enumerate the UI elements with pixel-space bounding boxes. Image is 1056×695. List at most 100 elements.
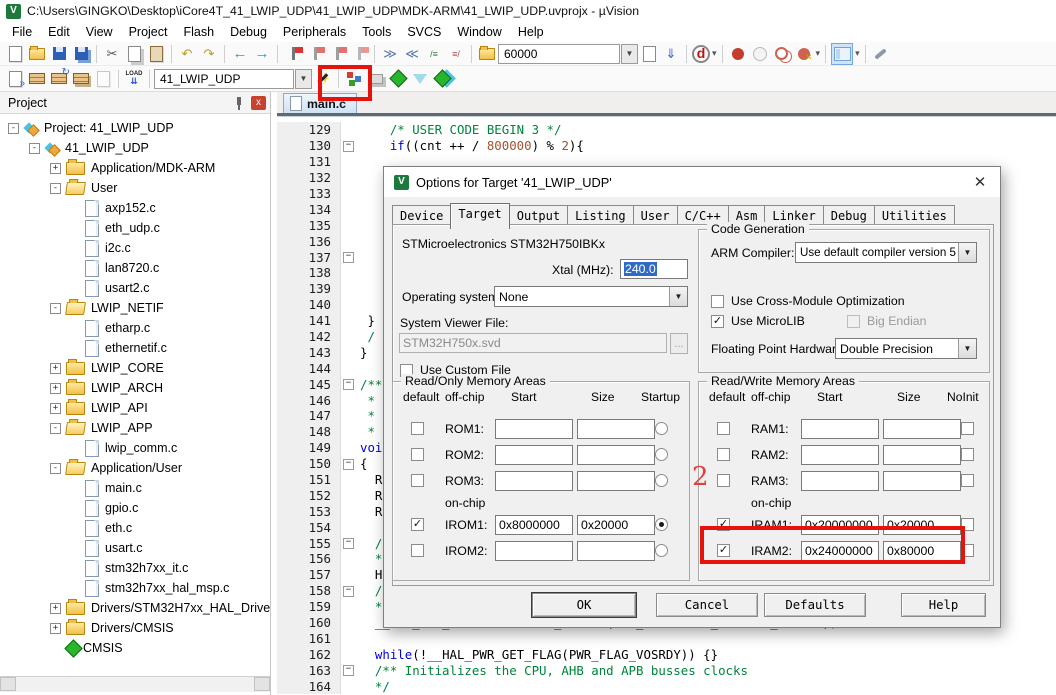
start-input[interactable] — [801, 445, 879, 465]
dropdown-arrow-icon[interactable]: ▼ — [958, 339, 976, 358]
expand-icon[interactable]: + — [50, 623, 61, 634]
select-folders-icon[interactable] — [410, 69, 430, 89]
menu-flash[interactable]: Flash — [175, 23, 222, 41]
arm-compiler-select[interactable]: Use default compiler version 5▼ — [795, 242, 977, 263]
manage-rte-icon[interactable] — [388, 69, 408, 89]
big-endian-checkbox[interactable] — [847, 315, 860, 328]
pin-icon[interactable] — [233, 96, 245, 110]
startup-radio[interactable] — [655, 422, 668, 435]
find-next-icon[interactable] — [639, 44, 659, 64]
tree-item[interactable]: +LWIP_CORE — [0, 358, 270, 378]
size-input[interactable] — [577, 419, 655, 439]
goto-next-bookmark-icon[interactable] — [305, 44, 325, 64]
size-input[interactable] — [883, 471, 961, 491]
collapse-icon[interactable]: - — [50, 183, 61, 194]
tree-item[interactable]: -Application/User — [0, 458, 270, 478]
fold-collapse-icon[interactable]: − — [343, 459, 354, 470]
rebuild-icon[interactable]: ↻ — [49, 69, 69, 89]
translate-icon[interactable]: » — [5, 69, 25, 89]
paste-icon[interactable] — [146, 44, 166, 64]
noinit-checkbox[interactable] — [961, 474, 974, 487]
tree-item[interactable]: +Drivers/STM32H7xx_HAL_Driver — [0, 598, 270, 618]
default-checkbox[interactable] — [411, 474, 424, 487]
dropdown-caret-icon[interactable]: ▾ — [712, 48, 717, 59]
outdent-icon[interactable]: ≪ — [402, 44, 422, 64]
tree-item[interactable]: -LWIP_NETIF — [0, 298, 270, 318]
menu-project[interactable]: Project — [121, 23, 176, 41]
copy-icon[interactable] — [124, 44, 144, 64]
size-input[interactable] — [577, 445, 655, 465]
tree-item[interactable]: usart.c — [0, 538, 270, 558]
dropdown-arrow-icon[interactable]: ▼ — [669, 287, 687, 306]
start-input[interactable] — [495, 471, 573, 491]
tree-item[interactable]: +LWIP_API — [0, 398, 270, 418]
find-dialog-icon[interactable]: d — [692, 45, 710, 63]
microlib-checkbox[interactable] — [711, 315, 724, 328]
size-input[interactable] — [883, 419, 961, 439]
default-checkbox[interactable] — [411, 518, 424, 531]
window-layout-icon[interactable] — [831, 43, 853, 65]
batch-build-icon[interactable] — [71, 69, 91, 89]
menu-help[interactable]: Help — [510, 23, 552, 41]
expand-icon[interactable]: + — [50, 403, 61, 414]
tree-item[interactable]: +LWIP_ARCH — [0, 378, 270, 398]
fold-margin[interactable]: − — [341, 583, 355, 599]
cross-module-checkbox[interactable] — [711, 295, 724, 308]
tree-item[interactable]: etharp.c — [0, 318, 270, 338]
tree-item[interactable]: i2c.c — [0, 238, 270, 258]
dropdown-caret-icon[interactable]: ▾ — [855, 48, 860, 59]
size-input[interactable] — [577, 541, 655, 561]
search-combo[interactable]: 60000 — [498, 44, 620, 64]
noinit-checkbox[interactable] — [961, 422, 974, 435]
menu-window[interactable]: Window — [449, 23, 509, 41]
fold-collapse-icon[interactable]: − — [343, 665, 354, 676]
defaults-button[interactable]: Defaults — [764, 593, 866, 617]
project-panel-scrollbar[interactable] — [0, 676, 270, 692]
stop-build-icon[interactable] — [93, 69, 113, 89]
tree-item[interactable]: lan8720.c — [0, 258, 270, 278]
cut-icon[interactable]: ✂ — [102, 44, 122, 64]
tree-item[interactable]: stm32h7xx_hal_msp.c — [0, 578, 270, 598]
start-input[interactable] — [801, 471, 879, 491]
indent-icon[interactable]: ≫ — [380, 44, 400, 64]
scroll-right-box[interactable] — [254, 677, 270, 691]
save-all-icon[interactable] — [71, 44, 91, 64]
tree-item[interactable]: stm32h7xx_it.c — [0, 558, 270, 578]
kill-all-breakpoints-icon[interactable]: ✕ — [794, 44, 814, 64]
fold-margin[interactable]: − — [341, 456, 355, 472]
start-input[interactable] — [495, 541, 573, 561]
menu-file[interactable]: File — [4, 23, 40, 41]
fold-margin[interactable]: − — [341, 249, 355, 265]
collapse-icon[interactable]: - — [8, 123, 19, 134]
startup-radio[interactable] — [655, 448, 668, 461]
new-file-icon[interactable] — [5, 44, 25, 64]
noinit-checkbox[interactable] — [961, 448, 974, 461]
tree-item[interactable]: -41_LWIP_UDP — [0, 138, 270, 158]
goto-prev-bookmark-icon[interactable] — [327, 44, 347, 64]
tree-item[interactable]: axp152.c — [0, 198, 270, 218]
clear-all-bookmarks-icon[interactable] — [349, 44, 369, 64]
dropdown-button[interactable]: ▼ — [295, 69, 312, 89]
default-checkbox[interactable] — [717, 448, 730, 461]
start-input[interactable] — [801, 419, 879, 439]
start-input[interactable] — [495, 419, 573, 439]
redo-icon[interactable]: ↷ — [199, 44, 219, 64]
collapse-icon[interactable]: - — [50, 423, 61, 434]
pack-installer-icon[interactable] — [432, 69, 452, 89]
download-icon[interactable]: LOAD — [124, 69, 144, 89]
default-checkbox[interactable] — [411, 422, 424, 435]
fold-margin[interactable]: − — [341, 138, 355, 154]
target-select-combo[interactable]: 41_LWIP_UDP — [154, 69, 294, 89]
ok-button[interactable]: OK — [532, 593, 636, 617]
expand-icon[interactable]: + — [50, 603, 61, 614]
fph-select[interactable]: Double Precision▼ — [835, 338, 977, 359]
help-button[interactable]: Help — [901, 593, 986, 617]
collapse-icon[interactable]: - — [50, 463, 61, 474]
fold-margin[interactable]: − — [341, 535, 355, 551]
undo-icon[interactable]: ↶ — [177, 44, 197, 64]
tree-item[interactable]: main.c — [0, 478, 270, 498]
scroll-left-box[interactable] — [0, 677, 16, 691]
menu-view[interactable]: View — [78, 23, 121, 41]
tree-item[interactable]: -User — [0, 178, 270, 198]
disable-all-breakpoints-icon[interactable] — [772, 44, 792, 64]
